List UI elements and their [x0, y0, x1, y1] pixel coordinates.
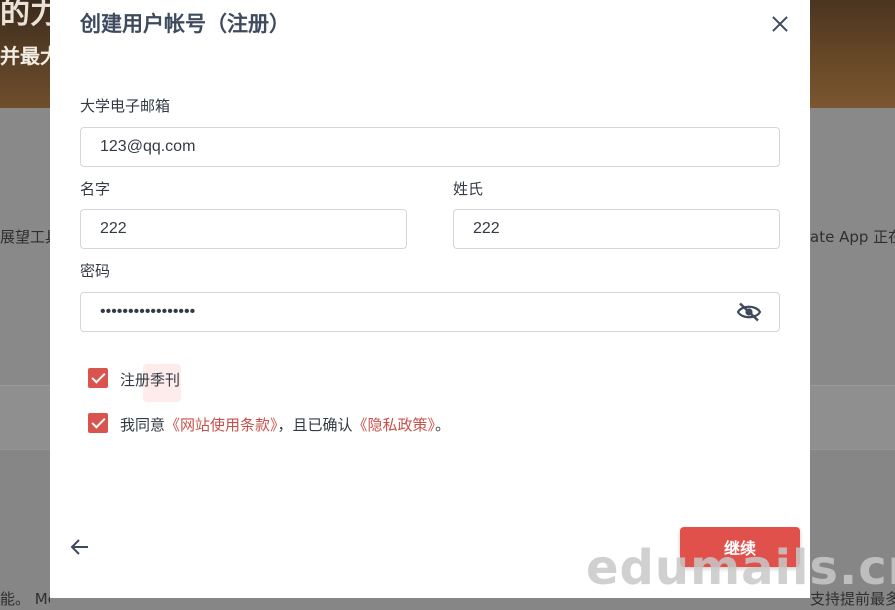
- terms-link[interactable]: 《网站使用条款》: [165, 416, 278, 434]
- agree-suffix: 。: [435, 416, 451, 434]
- password-input[interactable]: [80, 292, 780, 332]
- watermark: edumails.cn: [586, 540, 895, 596]
- last-name-input[interactable]: [453, 209, 780, 249]
- email-input[interactable]: [80, 127, 780, 167]
- email-label: 大学电子邮箱: [80, 97, 171, 115]
- subscribe-label: 注册季刊: [120, 371, 181, 389]
- close-icon[interactable]: [768, 12, 792, 36]
- privacy-link[interactable]: 《隐私政策》: [353, 416, 436, 434]
- agree-terms-text: 我同意《网站使用条款》，且已确认《隐私政策》。: [120, 414, 450, 435]
- background-text-right: ate App 正在: [810, 228, 895, 246]
- dialog-title: 创建用户帐号（注册）: [80, 12, 290, 36]
- agree-middle: ，且已确认: [277, 416, 353, 434]
- hero-banner-right: [805, 0, 895, 108]
- first-name-label: 名字: [80, 180, 111, 198]
- first-name-input[interactable]: [80, 209, 407, 249]
- agree-terms-checkbox[interactable]: [88, 413, 108, 433]
- eye-off-icon[interactable]: [736, 302, 762, 322]
- agree-prefix: 我同意: [120, 416, 166, 434]
- subscribe-checkbox[interactable]: [88, 368, 108, 388]
- password-label: 密码: [80, 262, 111, 280]
- background-text-bottom-left: 能。 Monitor App 正在研发中。了解更多: [0, 590, 50, 608]
- last-name-label: 姓氏: [453, 180, 484, 198]
- back-arrow-icon[interactable]: [68, 536, 92, 558]
- hero-subheading: 并最大: [0, 44, 50, 68]
- hero-heading: 的力: [0, 0, 50, 31]
- background-text-left: 展望工具: [0, 228, 50, 246]
- register-dialog: 创建用户帐号（注册） 大学电子邮箱 名字 姓氏 密码 注册季刊 我同意《网站使用…: [50, 0, 810, 598]
